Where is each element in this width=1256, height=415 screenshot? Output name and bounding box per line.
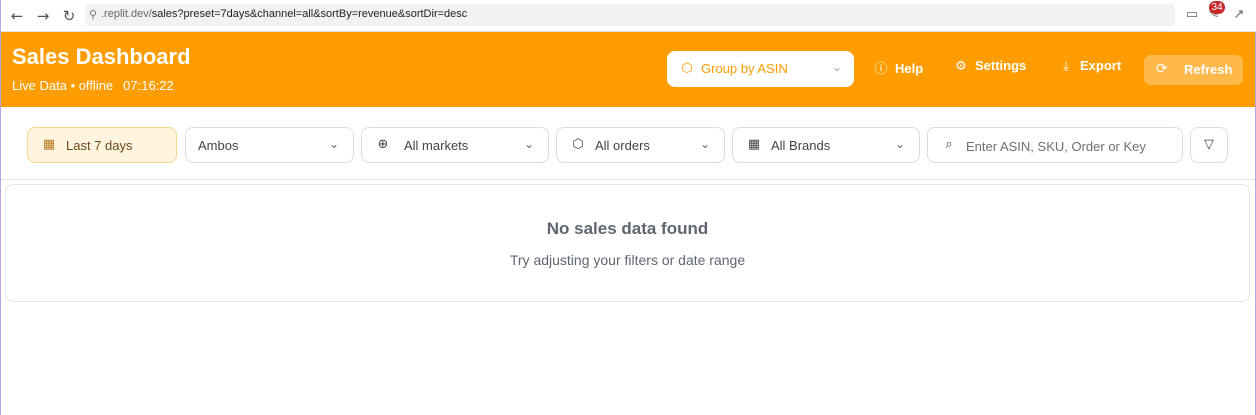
help-button[interactable]: ⓘ Help [873,58,923,80]
settings-label: Settings [975,58,1027,73]
export-button[interactable]: ⤓ Export [1058,58,1121,80]
url-path: sales?preset=7days&channel=all&sortBy=re… [151,8,468,20]
live-status: Live Data • offline 07:16:22 [12,78,174,93]
chevron-down-icon: ⌄ [699,137,710,151]
refresh-icon: ⟳ [1156,61,1168,77]
refresh-label: Refresh [1184,62,1233,77]
search-field[interactable]: ⌕ [927,127,1183,163]
gear-icon: ⚙ [955,59,967,74]
account-label: Ambos [198,138,239,153]
open-external-icon[interactable]: ↗ [1231,7,1247,23]
chevron-down-icon: ⌄ [831,60,842,74]
search-input[interactable] [966,136,1146,156]
chevron-down-icon: ⌄ [523,137,534,151]
group-by-label: Group by ASIN [701,61,788,76]
box-icon: ⬡ [572,137,584,152]
group-by-select[interactable]: ⬡ Group by ASIN ⌄ [667,51,854,87]
extension-badge: 34 [1209,1,1225,14]
orders-select[interactable]: ⬡ All orders ⌄ [556,127,725,163]
chevron-down-icon: ⌄ [894,137,905,151]
status-text: Live Data • offline [12,78,114,93]
help-label: Help [895,61,924,76]
calendar-icon: ▦ [747,137,761,152]
date-range-label: Last 7 days [66,138,133,153]
url-text: .replit.dev/sales?preset=7days&channel=a… [101,8,467,20]
download-icon: ⤓ [1063,59,1069,74]
globe-icon: ⊕ [377,137,389,152]
orders-label: All orders [595,138,650,153]
app-header: Sales Dashboard Live Data • offline 07:16… [1,32,1255,107]
market-select[interactable]: ⊕ All markets ⌄ [361,127,549,163]
brand-label: All Brands [771,138,831,153]
cast-icon[interactable]: ▭ [1184,7,1200,23]
search-icon: ⌕ [945,137,953,152]
help-circle-icon: ⓘ [874,62,888,77]
filter-icon: ▽ [1204,137,1214,152]
reload-icon[interactable]: ↻ [59,6,79,26]
box-icon: ⬡ [681,61,693,76]
empty-state-title: No sales data found [546,219,709,238]
market-label: All markets [404,138,469,153]
brand-select[interactable]: ▦ All Brands ⌄ [732,127,920,163]
back-arrow-icon[interactable]: ← [7,6,27,26]
filter-button[interactable]: ▽ [1190,127,1228,163]
date-range-picker[interactable]: ▦ Last 7 days [27,127,177,163]
account-select[interactable]: Ambos ⌄ [185,127,354,163]
refresh-button[interactable]: ⟳ Refresh [1144,55,1243,85]
address-bar[interactable]: ⚲ .replit.dev/sales?preset=7days&channel… [85,4,1175,26]
forward-arrow-icon[interactable]: → [33,6,53,26]
page-title: Sales Dashboard [12,44,191,69]
calendar-icon: ▦ [42,137,56,152]
url-prefix: .replit.dev/ [101,8,152,20]
filter-bar: ▦ Last 7 days Ambos ⌄ ⊕ All markets ⌄ ⬡ … [1,107,1255,180]
empty-state-subtitle: Try adjusting your filters or date range [509,252,746,268]
browser-toolbar: ← → ↻ ⚲ .replit.dev/sales?preset=7days&c… [1,0,1256,32]
export-label: Export [1080,58,1122,73]
status-time: 07:16:22 [123,78,174,93]
sales-results-card: No sales data found Try adjusting your f… [5,184,1250,302]
settings-button[interactable]: ⚙ Settings [953,58,1026,80]
chevron-down-icon: ⌄ [328,137,339,151]
